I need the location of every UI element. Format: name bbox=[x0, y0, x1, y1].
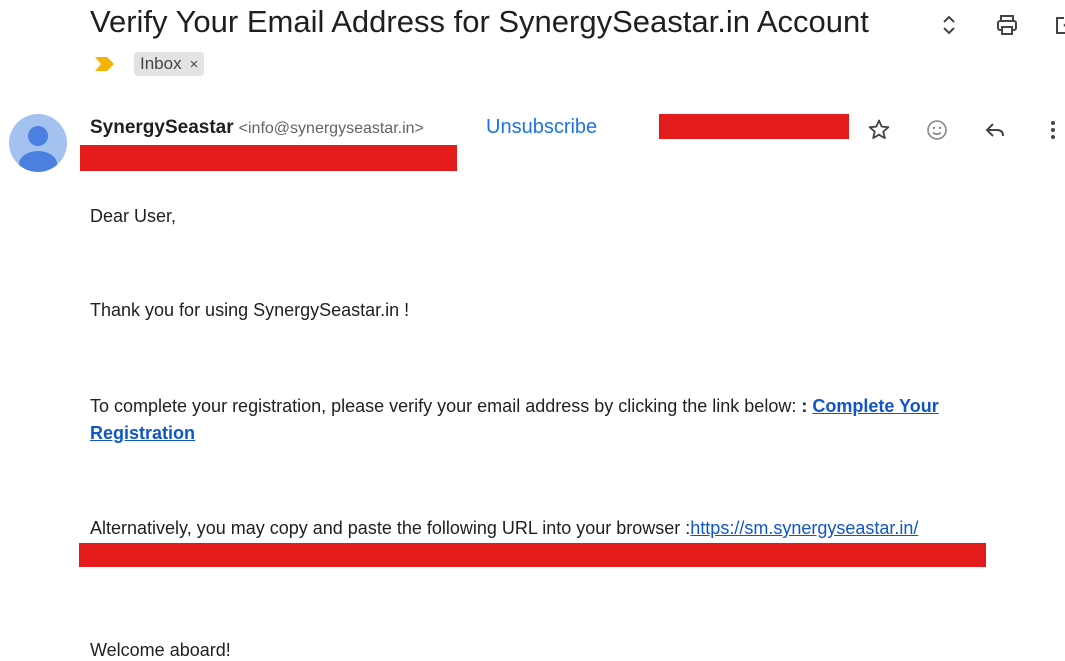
thread-toolbar bbox=[934, 10, 1065, 40]
email-subject: Verify Your Email Address for SynergySea… bbox=[90, 4, 869, 39]
remove-label-icon[interactable]: × bbox=[190, 56, 199, 73]
unsubscribe-link[interactable]: Unsubscribe bbox=[486, 116, 597, 139]
avatar[interactable] bbox=[9, 114, 67, 172]
verify-colon: : bbox=[801, 396, 808, 416]
alternative-text: Alternatively, you may copy and paste th… bbox=[90, 518, 691, 538]
importance-marker-icon[interactable] bbox=[94, 55, 116, 73]
print-icon[interactable] bbox=[992, 10, 1022, 40]
expand-collapse-icon[interactable] bbox=[934, 10, 964, 40]
sender-name[interactable]: SynergySeastar bbox=[90, 117, 234, 139]
more-options-icon[interactable] bbox=[1038, 115, 1065, 145]
redaction-bar-recipient bbox=[80, 145, 457, 171]
label-chip-inbox: Inbox × bbox=[134, 52, 205, 76]
verify-text: To complete your registration, please ve… bbox=[90, 396, 802, 416]
thanks-text: Thank you for using SynergySeastar.in ! bbox=[90, 300, 410, 320]
emoji-reaction-icon[interactable] bbox=[922, 115, 952, 145]
label-row: Inbox × bbox=[94, 52, 205, 76]
redaction-bar-url bbox=[79, 543, 986, 567]
redaction-bar-date bbox=[659, 114, 849, 139]
alternative-paragraph: Alternatively, you may copy and paste th… bbox=[90, 518, 918, 539]
message-actions bbox=[864, 115, 1065, 145]
open-in-new-window-icon[interactable] bbox=[1050, 10, 1065, 40]
sender-email: <info@synergyseastar.in> bbox=[238, 120, 424, 137]
label-chip-text: Inbox bbox=[140, 54, 182, 73]
verification-url-link[interactable]: https://sm.synergyseastar.in/ bbox=[690, 518, 918, 538]
sender-row: SynergySeastar <info@synergyseastar.in> bbox=[90, 117, 424, 139]
reply-icon[interactable] bbox=[980, 115, 1010, 145]
greeting-text: Dear User, bbox=[90, 206, 177, 226]
verify-paragraph: To complete your registration, please ve… bbox=[90, 393, 990, 447]
star-icon[interactable] bbox=[864, 115, 894, 145]
